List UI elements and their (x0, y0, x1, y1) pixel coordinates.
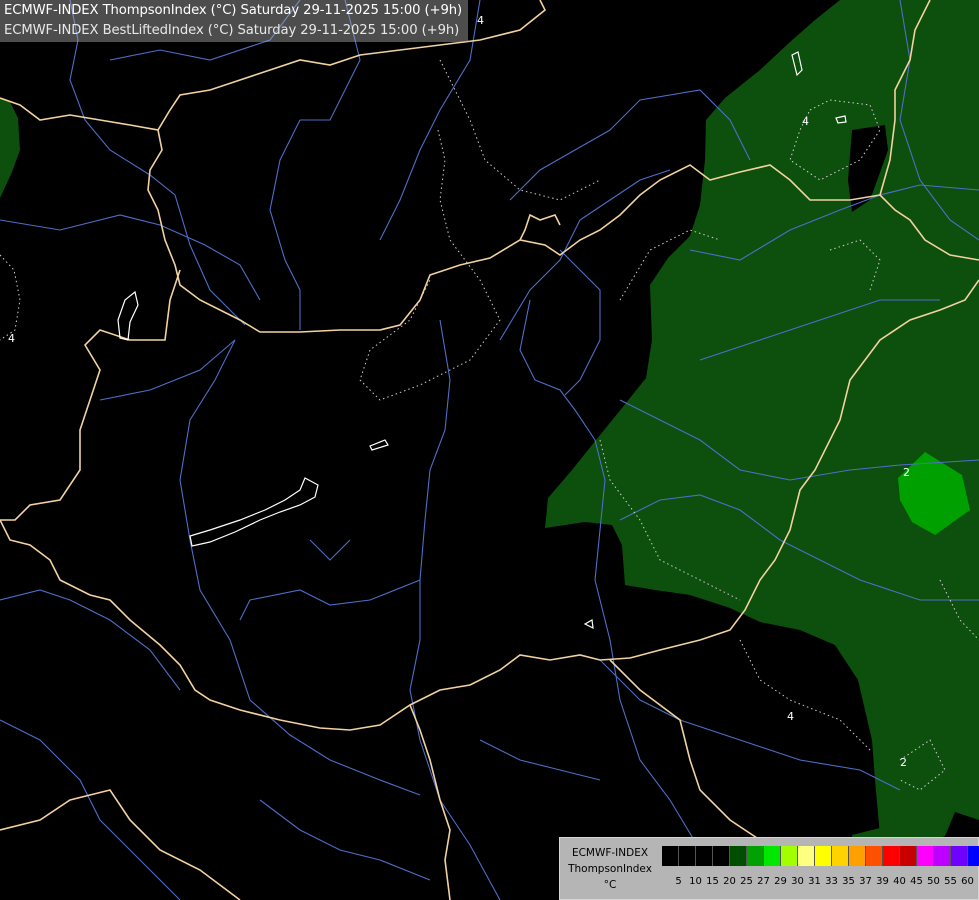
river (269, 119, 301, 330)
legend-tick: 27 (757, 876, 770, 887)
legend-tick: 30 (791, 876, 804, 887)
thompson-index-field (0, 0, 979, 860)
contour-line (439, 59, 601, 201)
contour-label: 4 (787, 710, 794, 723)
legend-tick: 33 (825, 876, 838, 887)
legend-tick: 25 (740, 876, 753, 887)
header-title-secondary: ECMWF-INDEX BestLiftedIndex (°C) Saturda… (4, 23, 460, 38)
legend-tick: 29 (774, 876, 787, 887)
legend-swatch (815, 846, 832, 866)
legend-swatch (662, 846, 679, 866)
legend-parameter: ThompsonIndex (568, 863, 652, 875)
river (559, 249, 601, 396)
river (239, 579, 421, 621)
border (0, 789, 241, 900)
legend-swatch (832, 846, 849, 866)
contour-label: 2 (903, 466, 910, 479)
map-viewport: 4 4 4 2 2 4 4 ECMWF-INDEX ThompsonIndex … (0, 0, 979, 900)
contour-line (359, 129, 501, 401)
legend-swatch (900, 846, 917, 866)
river (259, 799, 431, 881)
river (309, 539, 351, 561)
legend-swatch (764, 846, 781, 866)
river (499, 169, 671, 341)
legend-swatch (679, 846, 696, 866)
legend-swatch (747, 846, 764, 866)
legend-tick: 15 (706, 876, 719, 887)
header-title-primary: ECMWF-INDEX ThompsonIndex (°C) Saturday … (4, 3, 463, 18)
legend-swatch (934, 846, 951, 866)
contour-label: 4 (8, 332, 15, 345)
legend-unit: °C (603, 879, 617, 891)
legend-swatch (730, 846, 747, 866)
lake-balaton (189, 477, 319, 547)
legend-swatch (781, 846, 798, 866)
legend-tick: 20 (723, 876, 736, 887)
legend-swatch (951, 846, 968, 866)
legend-tick: 50 (927, 876, 940, 887)
river (409, 319, 501, 900)
lake-small-south (583, 619, 594, 630)
legend-color-scale (662, 846, 979, 866)
field-area-east (545, 0, 979, 846)
river (479, 739, 601, 781)
legend-swatch (917, 846, 934, 866)
map-header: ECMWF-INDEX ThompsonIndex (°C) Saturday … (0, 0, 468, 42)
legend-swatch (849, 846, 866, 866)
legend-swatch (798, 846, 815, 866)
legend-tick-labels: 5 10 15 20 25 27 29 30 31 33 35 37 39 40 45 50 55 60 (662, 876, 976, 887)
legend-tick: 39 (876, 876, 889, 887)
legend-tick: 5 (675, 876, 682, 887)
legend-swatch (883, 846, 900, 866)
river (179, 339, 421, 796)
river (99, 339, 236, 401)
color-legend: ECMWF-INDEX ThompsonIndex °C 5 10 15 20 25 27… (559, 837, 979, 900)
border (409, 704, 451, 900)
weather-map (0, 0, 979, 900)
contour-label: 2 (900, 756, 907, 769)
legend-model: ECMWF-INDEX (571, 847, 649, 859)
river (599, 659, 901, 791)
legend-tick: 40 (893, 876, 906, 887)
legend-tick: 31 (808, 876, 821, 887)
legend-swatch (968, 846, 979, 866)
border (519, 213, 561, 241)
river (69, 0, 246, 326)
legend-swatch (713, 846, 730, 866)
river (0, 719, 181, 900)
legend-swatch (866, 846, 883, 866)
contour-label: 4 (802, 115, 809, 128)
legend-tick: 45 (910, 876, 923, 887)
lake-small-west (117, 290, 139, 341)
field-area-west-edge (0, 98, 20, 198)
border (0, 269, 181, 521)
legend-swatch (696, 846, 713, 866)
legend-tick: 60 (961, 876, 974, 887)
contour-label: 4 (477, 14, 484, 27)
contour-line (0, 254, 21, 341)
river (0, 214, 261, 301)
legend-tick: 55 (944, 876, 957, 887)
lake-velence (369, 439, 389, 451)
legend-tick: 10 (689, 876, 702, 887)
legend-tick: 37 (859, 876, 872, 887)
border (609, 659, 761, 841)
legend-tick: 35 (842, 876, 855, 887)
